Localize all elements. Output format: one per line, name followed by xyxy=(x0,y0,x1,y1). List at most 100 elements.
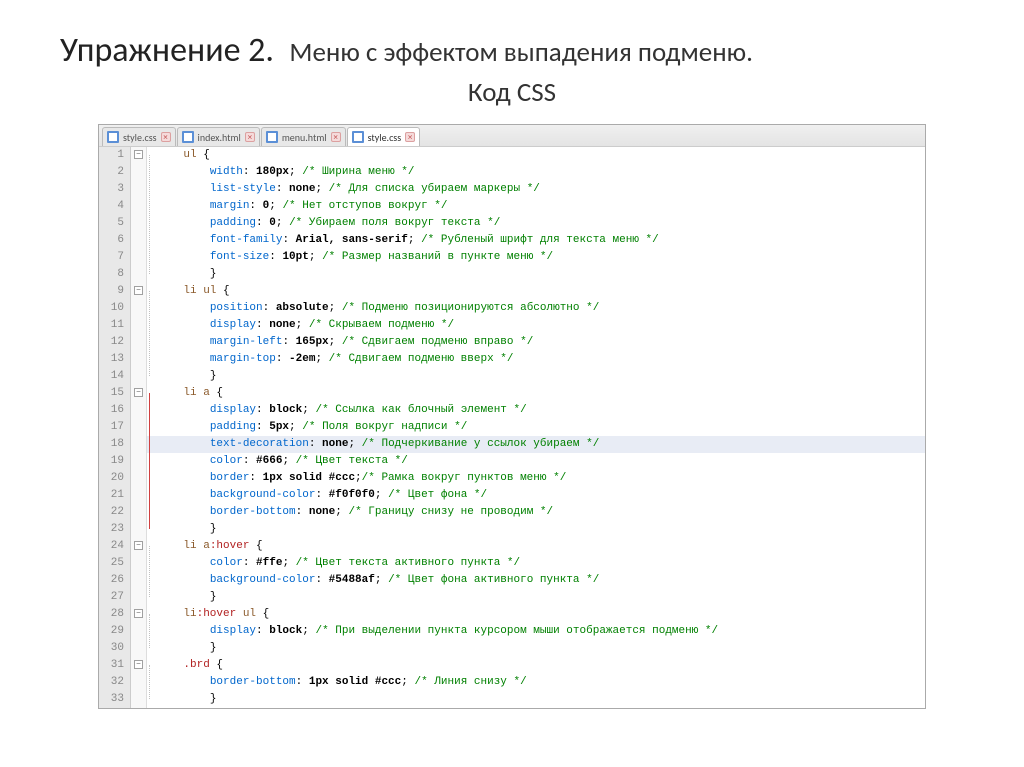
code-line[interactable]: display: block; /* Ссылка как блочный эл… xyxy=(157,402,925,419)
line-number: 5 xyxy=(105,215,124,232)
bracket-guide xyxy=(149,665,150,699)
code-line[interactable]: } xyxy=(157,589,925,606)
code-line[interactable]: } xyxy=(157,521,925,538)
line-number: 31 xyxy=(105,657,124,674)
line-number: 14 xyxy=(105,368,124,385)
line-number: 9 xyxy=(105,283,124,300)
bracket-guide xyxy=(149,614,150,648)
file-icon xyxy=(352,131,364,143)
code-line[interactable]: color: #ffe; /* Цвет текста активного пу… xyxy=(157,555,925,572)
title-subtitle-2: Код CSS xyxy=(0,76,1024,124)
code-line[interactable]: ul { xyxy=(157,147,925,164)
tab-label: style.css xyxy=(123,131,157,144)
line-number: 4 xyxy=(105,198,124,215)
code-line[interactable]: } xyxy=(157,640,925,657)
editor-tab[interactable]: style.css × xyxy=(102,127,176,146)
code-line[interactable]: text-decoration: none; /* Подчеркивание … xyxy=(147,436,925,453)
code-line[interactable]: padding: 0; /* Убираем поля вокруг текст… xyxy=(157,215,925,232)
file-icon xyxy=(266,131,278,143)
line-number: 20 xyxy=(105,470,124,487)
line-number: 3 xyxy=(105,181,124,198)
code-line[interactable]: border-bottom: none; /* Границу снизу не… xyxy=(157,504,925,521)
code-line[interactable]: display: block; /* При выделении пункта … xyxy=(157,623,925,640)
close-icon[interactable]: × xyxy=(245,132,255,142)
line-number: 25 xyxy=(105,555,124,572)
line-number: 29 xyxy=(105,623,124,640)
editor-tab[interactable]: style.css× xyxy=(347,127,421,146)
line-number: 2 xyxy=(105,164,124,181)
code-line[interactable]: li:hover ul { xyxy=(157,606,925,623)
line-number: 18 xyxy=(105,436,124,453)
code-line[interactable]: background-color: #f0f0f0; /* Цвет фона … xyxy=(157,487,925,504)
code-line[interactable]: border: 1px solid #ccc;/* Рамка вокруг п… xyxy=(157,470,925,487)
line-number: 23 xyxy=(105,521,124,538)
code-line[interactable]: li a:hover { xyxy=(157,538,925,555)
line-number: 7 xyxy=(105,249,124,266)
close-icon[interactable]: × xyxy=(405,132,415,142)
fold-toggle-icon[interactable]: − xyxy=(134,286,143,295)
code-line[interactable]: } xyxy=(157,266,925,283)
tab-label: style.css xyxy=(368,131,402,144)
line-number: 33 xyxy=(105,691,124,708)
line-number: 28 xyxy=(105,606,124,623)
line-number: 22 xyxy=(105,504,124,521)
line-number: 26 xyxy=(105,572,124,589)
file-icon xyxy=(182,131,194,143)
code-line[interactable]: padding: 5px; /* Поля вокруг надписи */ xyxy=(157,419,925,436)
code-line[interactable]: margin-top: -2em; /* Сдвигаем подменю вв… xyxy=(157,351,925,368)
line-number: 10 xyxy=(105,300,124,317)
bracket-guide-active xyxy=(149,393,150,529)
code-line[interactable]: position: absolute; /* Подменю позициони… xyxy=(157,300,925,317)
editor-tab[interactable]: menu.html × xyxy=(261,127,346,146)
code-area[interactable]: 1234567891011121314151617181920212223242… xyxy=(99,147,925,708)
code-line[interactable]: font-size: 10pt; /* Размер названий в пу… xyxy=(157,249,925,266)
code-line[interactable]: background-color: #5488af; /* Цвет фона … xyxy=(157,572,925,589)
code-editor: style.css×index.html×menu.html×style.css… xyxy=(98,124,926,709)
line-number: 12 xyxy=(105,334,124,351)
fold-column: − − − − − − xyxy=(131,147,147,708)
tab-label: menu.html xyxy=(282,131,327,144)
file-icon xyxy=(107,131,119,143)
code-line[interactable]: color: #666; /* Цвет текста */ xyxy=(157,453,925,470)
close-icon[interactable]: × xyxy=(331,132,341,142)
code-line[interactable]: li a { xyxy=(157,385,925,402)
code-line[interactable]: display: none; /* Скрываем подменю */ xyxy=(157,317,925,334)
line-number: 32 xyxy=(105,674,124,691)
editor-tabs-bar: style.css×index.html×menu.html×style.css… xyxy=(99,125,925,147)
code-line[interactable]: } xyxy=(157,691,925,708)
fold-toggle-icon[interactable]: − xyxy=(134,660,143,669)
line-number: 27 xyxy=(105,589,124,606)
fold-toggle-icon[interactable]: − xyxy=(134,388,143,397)
line-number: 17 xyxy=(105,419,124,436)
line-number: 11 xyxy=(105,317,124,334)
code-line[interactable]: } xyxy=(157,368,925,385)
fold-toggle-icon[interactable]: − xyxy=(134,541,143,550)
line-number: 21 xyxy=(105,487,124,504)
tab-label: index.html xyxy=(198,131,241,144)
code-line[interactable]: font-family: Arial, sans-serif; /* Рубле… xyxy=(157,232,925,249)
line-number: 15 xyxy=(105,385,124,402)
line-number: 1 xyxy=(105,147,124,164)
bracket-guide xyxy=(149,546,150,597)
fold-toggle-icon[interactable]: − xyxy=(134,150,143,159)
editor-tab[interactable]: index.html × xyxy=(177,127,260,146)
line-number: 6 xyxy=(105,232,124,249)
line-number: 8 xyxy=(105,266,124,283)
title-subtitle: Меню с эффектом выпадения подменю. xyxy=(289,36,753,69)
title-main: Упражнение 2. xyxy=(60,30,274,71)
code-line[interactable]: .brd { xyxy=(157,657,925,674)
code-line[interactable]: border-bottom: 1px solid #ccc; /* Линия … xyxy=(157,674,925,691)
code-line[interactable]: margin-left: 165px; /* Сдвигаем подменю … xyxy=(157,334,925,351)
line-number: 30 xyxy=(105,640,124,657)
code-line[interactable]: list-style: none; /* Для списка убираем … xyxy=(157,181,925,198)
bracket-guide xyxy=(149,291,150,376)
line-number: 19 xyxy=(105,453,124,470)
code-line[interactable]: li ul { xyxy=(157,283,925,300)
fold-toggle-icon[interactable]: − xyxy=(134,609,143,618)
line-number-gutter: 1234567891011121314151617181920212223242… xyxy=(99,147,131,708)
code-line[interactable]: width: 180px; /* Ширина меню */ xyxy=(157,164,925,181)
close-icon[interactable]: × xyxy=(161,132,171,142)
code-content[interactable]: ul { width: 180px; /* Ширина меню */ lis… xyxy=(147,147,925,708)
line-number: 16 xyxy=(105,402,124,419)
code-line[interactable]: margin: 0; /* Нет отступов вокруг */ xyxy=(157,198,925,215)
